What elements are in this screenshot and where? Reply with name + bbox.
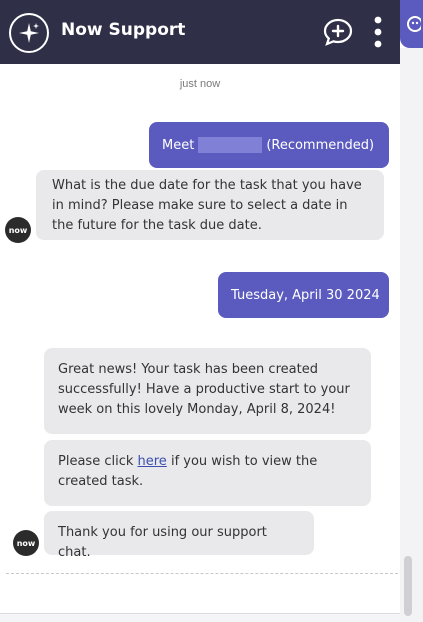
bot-message-text: Thank you for using our support chat. [58,525,267,560]
bot-avatar: now [13,530,39,556]
chat-plus-icon [323,18,353,46]
widget-icon [407,16,421,32]
input-area[interactable] [0,613,400,622]
side-widget-tab[interactable] [400,0,423,48]
vertical-dots-icon [374,16,382,48]
user-message: Meet (Recommended) [149,122,389,168]
user-message-text: Tuesday, April 30 2024 [231,287,380,303]
chat-header: Now Support [0,0,400,64]
redacted-text [198,137,263,153]
sparkle-icon [9,13,49,53]
bot-message-text: Please click [58,454,134,469]
bot-message: What is the due date for the task that y… [36,170,384,240]
view-task-link[interactable]: here [138,454,167,469]
bot-message-text: Great news! Your task has been created s… [58,362,350,417]
header-title: Now Support [61,20,186,40]
bot-message-text: What is the due date for the task that y… [52,178,362,233]
scrollbar-thumb[interactable] [404,556,412,616]
more-options-button[interactable] [369,14,387,50]
input-divider [6,573,398,574]
scroll-track[interactable] [400,48,423,622]
user-message: Tuesday, April 30 2024 [218,272,389,318]
bot-message: Please click here if you wish to view th… [44,440,371,506]
user-message-text: (Recommended) [266,137,375,153]
new-chat-button[interactable] [322,17,354,47]
bot-avatar: now [5,217,31,243]
user-message-text: Meet [162,137,195,153]
bot-message: Great news! Your task has been created s… [44,348,371,434]
bot-message: Thank you for using our support chat. [44,511,314,560]
message-timestamp: just now [179,78,221,90]
